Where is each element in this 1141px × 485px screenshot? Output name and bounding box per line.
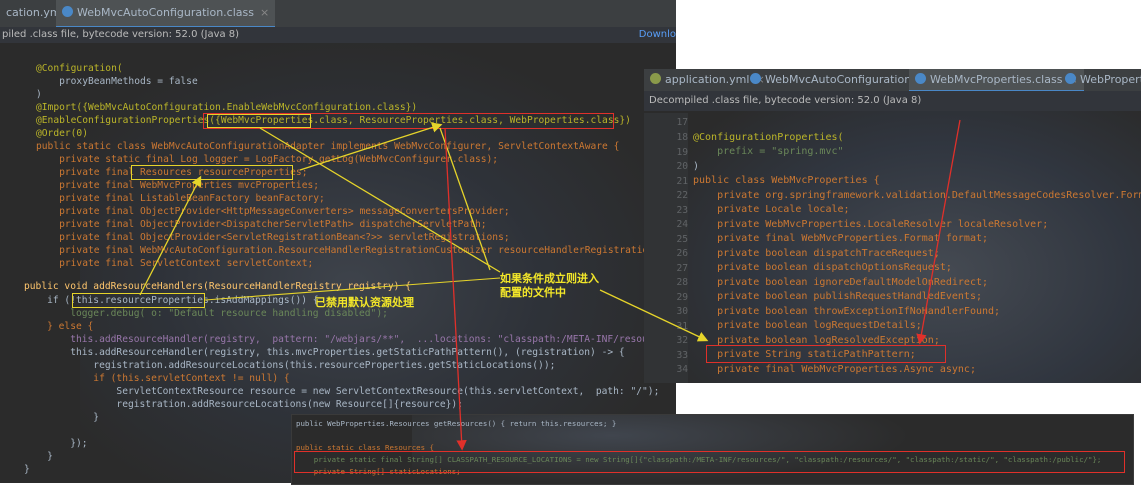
code-line: ) xyxy=(693,161,700,172)
tab-label: WebProperties.c xyxy=(1080,73,1141,86)
resource-properties-condition-highlight xyxy=(72,293,205,308)
code-line: proxyBeanMethods = false xyxy=(36,76,198,87)
class-file-icon xyxy=(62,6,73,17)
code-line: private final ObjectProvider<HttpMessage… xyxy=(36,206,510,217)
code-line: if (this.servletContext != null) { xyxy=(24,373,290,384)
code-line: private final ServletContext servletCont… xyxy=(36,258,314,269)
webmvcproperties-highlight xyxy=(207,114,311,128)
line-number: 20 xyxy=(676,161,688,172)
code-line: @Configuration( xyxy=(36,63,123,74)
classpath-locations-highlight xyxy=(294,451,1125,473)
code-line: private final WebMvcProperties.Format fo… xyxy=(693,233,989,244)
static-path-pattern-highlight xyxy=(706,345,946,363)
line-number: 25 xyxy=(676,234,688,245)
code-line: public class WebMvcProperties { xyxy=(693,175,880,186)
right-editor-window: application.yml× WebMvcAutoConfiguration… xyxy=(644,69,1141,383)
line-number: 17 xyxy=(676,117,688,128)
tab-label: cation.yml xyxy=(6,6,64,19)
code-line: private boolean ignoreDefaultModelOnRedi… xyxy=(693,277,989,288)
code-line: private Locale locale; xyxy=(693,204,850,215)
code-line: } xyxy=(24,412,100,423)
tab-label: WebMvcProperties.class xyxy=(930,73,1063,86)
line-number: 27 xyxy=(676,263,688,274)
left-tab-bar: cation.yml × WebMvcAutoConfiguration.clas… xyxy=(0,0,676,28)
decompiled-info-bar: piled .class file, bytecode version: 52.… xyxy=(0,27,676,43)
resources-field-highlight xyxy=(131,165,293,180)
code-line: private final WebMvcAutoConfiguration.Re… xyxy=(36,245,672,256)
line-number: 23 xyxy=(676,205,688,216)
enter-note-line2: 配置的文件中 xyxy=(500,286,566,299)
code-line: private boolean logRequestDetails; xyxy=(693,320,922,331)
decompiled-info-bar: Decompiled .class file, bytecode version… xyxy=(644,91,1141,111)
code-line-add-resource-handlers: public void addResourceHandlers(Resource… xyxy=(24,281,411,292)
tab-webmvcproperties[interactable]: WebMvcProperties.class× xyxy=(909,69,1084,92)
condition-note: 已禁用默认资源处理 xyxy=(315,296,414,309)
tab-webproperties[interactable]: WebProperties.c xyxy=(1059,69,1141,90)
line-number: 31 xyxy=(676,321,688,332)
code-line: private final ObjectProvider<ServletRegi… xyxy=(36,232,510,243)
code-line: prefix = "spring.mvc" xyxy=(693,146,844,157)
tab-label: application.yml xyxy=(665,73,750,86)
code-line: private boolean dispatchTraceRequest; xyxy=(693,248,940,259)
code-line: private final WebMvcProperties mvcProper… xyxy=(36,180,320,191)
line-number-gutter: 17 18 19 20 21 22 23 24 25 26 27 28 29 3… xyxy=(644,113,688,383)
code-line: private boolean dispatchOptionsRequest; xyxy=(693,262,952,273)
class-file-icon xyxy=(915,73,926,84)
code-line: } xyxy=(24,451,53,462)
code-line: private WebMvcProperties.LocaleResolver … xyxy=(693,219,1049,230)
class-file-icon xyxy=(1065,73,1076,84)
code-line: @Order(0) xyxy=(36,128,88,139)
resources-class-popup: public WebProperties.Resources getResour… xyxy=(291,414,1134,485)
line-number: 30 xyxy=(676,306,688,317)
code-line: registration.addResourceLocations(new Re… xyxy=(24,399,463,410)
code-line: ) xyxy=(36,89,42,100)
line-number: 21 xyxy=(676,176,688,187)
line-number: 26 xyxy=(676,248,688,259)
code-line: } else { xyxy=(24,321,94,332)
code-line: this.addResourceHandler(registry, patter… xyxy=(24,334,676,345)
code-line: ServletContextResource resource = new Se… xyxy=(24,386,660,397)
line-number: 18 xyxy=(676,132,688,143)
line-number: 22 xyxy=(676,190,688,201)
line-number: 29 xyxy=(676,292,688,303)
line-number: 32 xyxy=(676,335,688,346)
code-line: this.addResourceHandler(registry, this.m… xyxy=(24,347,625,358)
tab-label: WebMvcAutoConfiguration.class xyxy=(77,6,254,19)
yaml-file-icon xyxy=(650,73,661,84)
close-icon[interactable]: × xyxy=(260,6,269,19)
code-line: private boolean publishRequestHandledEve… xyxy=(693,291,982,302)
line-number: 19 xyxy=(676,147,688,158)
tab-webmvcautoconfiguration[interactable]: WebMvcAutoConfiguration.class × xyxy=(56,0,276,28)
line-number: 28 xyxy=(676,277,688,288)
code-line: private boolean throwExceptionIfNoHandle… xyxy=(693,306,1001,317)
right-tab-bar: application.yml× WebMvcAutoConfiguration… xyxy=(644,69,1141,92)
class-file-icon xyxy=(750,73,761,84)
code-line: }); xyxy=(24,438,88,449)
code-line: @ConfigurationProperties( xyxy=(693,132,844,143)
code-line: public WebProperties.Resources getResour… xyxy=(296,419,617,428)
code-line: public static class WebMvcAutoConfigurat… xyxy=(36,141,620,152)
left-editor-window: cation.yml × WebMvcAutoConfiguration.clas… xyxy=(0,0,676,483)
code-line: private final ObjectProvider<DispatcherS… xyxy=(36,219,487,230)
download-sources-link[interactable]: Downlo xyxy=(639,27,676,43)
decompiled-info-text: piled .class file, bytecode version: 52.… xyxy=(2,29,240,40)
code-line: private final ListableBeanFactory beanFa… xyxy=(36,193,325,204)
line-number: 24 xyxy=(676,219,688,230)
line-number: 34 xyxy=(676,364,688,375)
code-line: registration.addResourceLocations(this.r… xyxy=(24,360,556,371)
decompiled-info-text: Decompiled .class file, bytecode version… xyxy=(649,95,922,106)
code-line: } xyxy=(24,464,30,475)
line-number: 33 xyxy=(676,350,688,361)
code-line: private org.springframework.validation.D… xyxy=(693,190,1141,201)
code-line: private final WebMvcProperties.Async asy… xyxy=(693,364,976,375)
